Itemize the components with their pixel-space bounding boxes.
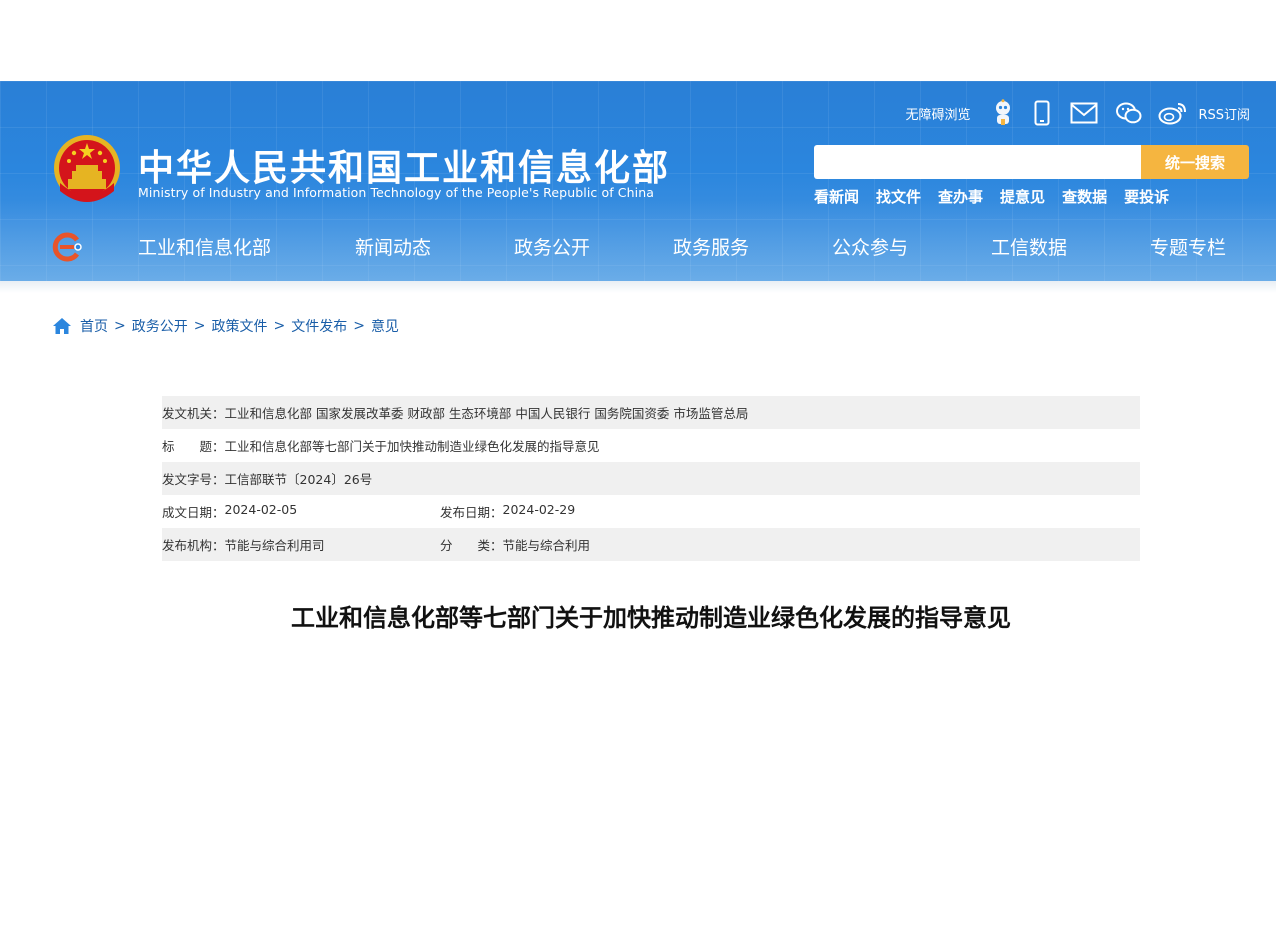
miit-logo-icon[interactable] (50, 232, 84, 262)
breadcrumb-separator: > (353, 318, 365, 334)
metadata-row-publisher: 发布机构： 节能与综合利用司 分 类： 节能与综合利用 (162, 528, 1140, 561)
ministry-name-cn[interactable]: 中华人民共和国工业和信息化部 (138, 139, 670, 191)
title-label: 标 题： (162, 439, 225, 454)
search-input[interactable] (814, 145, 1141, 179)
written-date-label: 成文日期： (162, 505, 225, 520)
rss-link[interactable]: RSS订阅 (1198, 104, 1250, 123)
nav-item-ministry[interactable]: 工业和信息化部 (138, 233, 355, 260)
mobile-icon[interactable] (1034, 100, 1050, 126)
nav-item-public-affairs[interactable]: 政务公开 (514, 233, 673, 260)
quick-link-feedback[interactable]: 提意见 (1000, 186, 1045, 207)
breadcrumb-public-affairs[interactable]: 政务公开 (132, 316, 188, 336)
nav-item-news[interactable]: 新闻动态 (355, 233, 514, 260)
issuer-value: 工业和信息化部 国家发展改革委 财政部 生态环境部 中国人民银行 国务院国资委 … (224, 406, 749, 421)
quick-link-services[interactable]: 查办事 (938, 186, 983, 207)
top-blank-area (0, 0, 1276, 81)
metadata-row-issuer: 发文机关： 工业和信息化部 国家发展改革委 财政部 生态环境部 中国人民银行 国… (162, 396, 1140, 429)
publish-date-label: 发布日期： (440, 505, 503, 520)
nav-item-services[interactable]: 政务服务 (673, 233, 832, 260)
national-emblem-icon[interactable] (52, 133, 122, 205)
breadcrumb-separator: > (114, 318, 126, 334)
quick-link-complaint[interactable]: 要投诉 (1124, 186, 1169, 207)
doc-number-label: 发文字号： (162, 472, 225, 487)
quick-link-news[interactable]: 看新闻 (814, 186, 859, 207)
publisher-label: 发布机构： (162, 538, 225, 553)
title-value: 工业和信息化部等七部门关于加快推动制造业绿色化发展的指导意见 (224, 439, 600, 454)
nav-items: 工业和信息化部 新闻动态 政务公开 政务服务 公众参与 工信数据 专题专栏 (138, 233, 1226, 260)
header-shadow (0, 281, 1276, 293)
quick-link-files[interactable]: 找文件 (876, 186, 921, 207)
metadata-row-doc-number: 发文字号： 工信部联节〔2024〕26号 (162, 462, 1140, 495)
wechat-icon[interactable] (1116, 101, 1142, 125)
main-nav: 工业和信息化部 新闻动态 政务公开 政务服务 公众参与 工信数据 专题专栏 (0, 229, 1276, 269)
robot-assistant-icon[interactable] (992, 99, 1014, 127)
metadata-row-dates: 成文日期： 2024-02-05 发布日期： 2024-02-29 (162, 495, 1140, 528)
breadcrumb-separator: > (273, 318, 286, 334)
quick-link-data[interactable]: 查数据 (1062, 186, 1107, 207)
category-label: 分 类： (440, 538, 503, 553)
publish-date-value: 2024-02-29 (502, 502, 576, 517)
email-icon[interactable] (1070, 102, 1098, 124)
breadcrumb-policy-files[interactable]: 政策文件 (211, 316, 267, 336)
weibo-icon[interactable] (1158, 101, 1188, 125)
site-header: 中华人民共和国工业和信息化部 Ministry of Industry and … (0, 81, 1276, 281)
quick-links: 看新闻 找文件 查办事 提意见 查数据 要投诉 (814, 186, 1169, 207)
document-title: 工业和信息化部等七部门关于加快推动制造业绿色化发展的指导意见 (291, 604, 1011, 632)
nav-item-topics[interactable]: 专题专栏 (1150, 233, 1226, 260)
written-date-value: 2024-02-05 (224, 502, 298, 517)
breadcrumb-separator: > (193, 318, 206, 334)
metadata-row-title: 标 题： 工业和信息化部等七部门关于加快推动制造业绿色化发展的指导意见 (162, 429, 1140, 462)
breadcrumb: 首页 > 政务公开 > 政策文件 > 文件发布 > 意见 (52, 316, 399, 336)
breadcrumb-current[interactable]: 意见 (371, 316, 399, 336)
search-button[interactable]: 统一搜索 (1141, 145, 1249, 179)
ministry-name-en[interactable]: Ministry of Industry and Information Tec… (138, 185, 654, 200)
breadcrumb-file-release[interactable]: 文件发布 (291, 316, 347, 336)
nav-item-data[interactable]: 工信数据 (991, 233, 1150, 260)
site-search: 统一搜索 (814, 145, 1249, 179)
document-metadata: 发文机关： 工业和信息化部 国家发展改革委 财政部 生态环境部 中国人民银行 国… (162, 396, 1140, 561)
home-icon[interactable] (52, 317, 72, 335)
nav-item-participation[interactable]: 公众参与 (832, 233, 991, 260)
doc-number-value: 工信部联节〔2024〕26号 (224, 472, 373, 487)
utility-bar: 无障碍浏览 RSS订阅 (891, 99, 1250, 127)
publisher-value: 节能与综合利用司 (224, 538, 325, 553)
issuer-label: 发文机关： (162, 406, 225, 421)
breadcrumb-home[interactable]: 首页 (80, 316, 108, 336)
category-value: 节能与综合利用 (502, 538, 591, 553)
accessibility-link[interactable]: 无障碍浏览 (905, 104, 970, 123)
